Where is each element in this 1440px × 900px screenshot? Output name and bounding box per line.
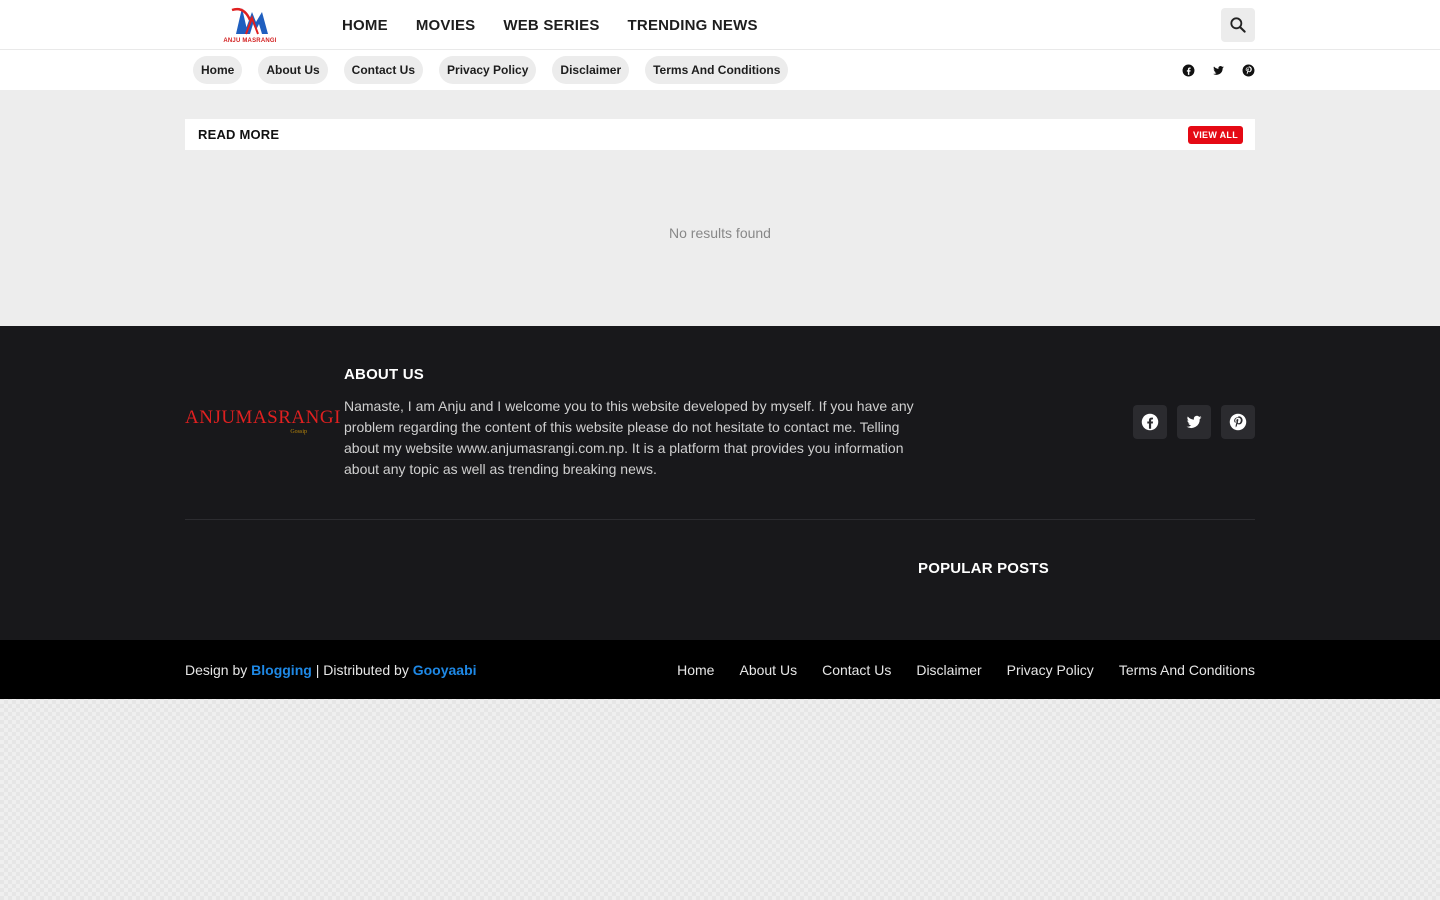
footer-nav-terms[interactable]: Terms And Conditions — [1119, 662, 1255, 678]
nav-web-series[interactable]: WEB SERIES — [503, 17, 599, 34]
facebook-icon — [1141, 413, 1159, 431]
search-icon — [1230, 17, 1246, 33]
footer-logo-sub: Gossip — [290, 429, 307, 435]
bottom-bar: Design by Blogging | Distributed by Gooy… — [0, 640, 1440, 699]
footer-social — [1133, 405, 1255, 439]
about-title: ABOUT US — [344, 366, 424, 383]
section-header: READ MORE VIEW ALL — [185, 119, 1255, 150]
footer-nav-home[interactable]: Home — [677, 662, 714, 678]
footer: ANJUMASRANGI Gossip ABOUT US Namaste, I … — [0, 326, 1440, 640]
view-all-button[interactable]: VIEW ALL — [1187, 125, 1243, 144]
about-text: Namaste, I am Anju and I welcome you to … — [344, 398, 914, 477]
distributed-by-label: | Distributed by — [315, 661, 409, 678]
twitter-icon — [1186, 415, 1202, 429]
pinterest-icon[interactable] — [1241, 63, 1255, 77]
footer-pinterest-button[interactable] — [1221, 405, 1255, 439]
footer-nav-privacy-policy[interactable]: Privacy Policy — [1007, 662, 1094, 678]
pinterest-icon — [1229, 413, 1247, 431]
footer-nav-disclaimer[interactable]: Disclaimer — [916, 662, 981, 678]
pill-home[interactable]: Home — [193, 56, 243, 84]
pill-disclaimer[interactable]: Disclaimer — [552, 56, 630, 84]
search-button[interactable] — [1221, 8, 1255, 42]
design-by-label: Design by — [185, 661, 248, 678]
about-section: ABOUT US Namaste, I am Anju and I welcom… — [344, 366, 929, 480]
section-title: READ MORE — [198, 127, 280, 142]
pill-about-us[interactable]: About Us — [258, 56, 328, 84]
pill-contact-us[interactable]: Contact Us — [343, 56, 424, 84]
header-subnav: Home About Us Contact Us Privacy Policy … — [0, 50, 1440, 90]
nav-home[interactable]: HOME — [342, 17, 388, 34]
site-logo[interactable]: ANJU MASRANGI — [222, 4, 278, 44]
credit: Design by Blogging | Distributed by Gooy… — [185, 640, 477, 699]
main-content: READ MORE VIEW ALL No results found — [0, 90, 1440, 326]
facebook-icon[interactable] — [1181, 63, 1195, 77]
twitter-icon[interactable] — [1211, 63, 1225, 77]
nav-trending-news[interactable]: TRENDING NEWS — [628, 17, 758, 34]
popular-posts-title: POPULAR POSTS — [918, 560, 1049, 577]
gooyaabi-link[interactable]: Gooyaabi — [413, 662, 477, 678]
nav-movies[interactable]: MOVIES — [416, 17, 476, 34]
pill-privacy-policy[interactable]: Privacy Policy — [439, 56, 537, 84]
footer-nav-contact-us[interactable]: Contact Us — [822, 662, 891, 678]
logo-text: ANJU MASRANGI — [223, 38, 277, 44]
footer-divider — [185, 519, 1255, 520]
blogging-link[interactable]: Blogging — [251, 662, 312, 678]
header-top: ANJU MASRANGI HOME MOVIES WEB SERIES TRE… — [0, 0, 1440, 50]
footer-twitter-button[interactable] — [1177, 405, 1211, 439]
main-nav: HOME MOVIES WEB SERIES TRENDING NEWS — [342, 0, 758, 50]
header-social — [1181, 50, 1255, 90]
logo-mark-icon — [231, 7, 268, 35]
footer-logo-text: ANJUMASRANGI — [185, 407, 341, 428]
footer-facebook-button[interactable] — [1133, 405, 1167, 439]
pill-nav: Home About Us Contact Us Privacy Policy … — [193, 56, 789, 84]
footer-nav-about-us[interactable]: About Us — [739, 662, 797, 678]
footer-logo[interactable]: ANJUMASRANGI Gossip — [185, 407, 341, 438]
pill-terms[interactable]: Terms And Conditions — [645, 56, 789, 84]
empty-message: No results found — [669, 225, 771, 241]
footer-nav: Home About Us Contact Us Disclaimer Priv… — [677, 640, 1255, 699]
